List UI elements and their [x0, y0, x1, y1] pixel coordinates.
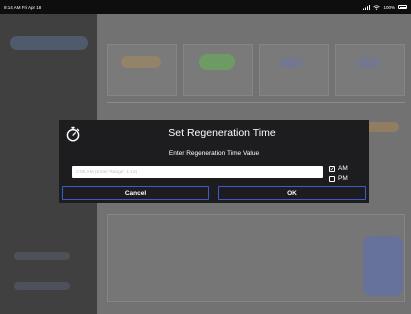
- pm-label: PM: [338, 175, 348, 182]
- background-sidebar-item: [14, 282, 70, 290]
- cancel-button[interactable]: Cancel: [62, 186, 209, 200]
- am-label: AM: [338, 165, 348, 172]
- status-indicators: 100%: [363, 4, 407, 10]
- signal-icon: [363, 4, 371, 10]
- dialog-title: Set Regeneration Time: [168, 127, 276, 139]
- background-indicator: [279, 58, 303, 68]
- am-option[interactable]: AM: [329, 165, 348, 172]
- background-divider: [107, 102, 405, 103]
- battery-percent: 100%: [383, 4, 395, 10]
- set-regeneration-time-dialog: Set Regeneration Time Enter Regeneration…: [59, 120, 369, 203]
- checkmark-icon: [330, 167, 334, 171]
- background-sidebar-item: [14, 252, 70, 260]
- background-indicator: [121, 56, 161, 68]
- background-card: [183, 44, 253, 96]
- background-card: [259, 44, 329, 96]
- wifi-icon: [373, 4, 381, 10]
- ok-button[interactable]: OK: [218, 186, 366, 200]
- status-bar: 9:14 AM Fri Apr 18 100%: [0, 0, 411, 14]
- background-indicator: [363, 236, 403, 296]
- background-card: [107, 44, 177, 96]
- am-checkbox[interactable]: [329, 165, 335, 172]
- background-panel: [107, 214, 405, 302]
- background-indicator: [199, 54, 235, 70]
- battery-icon: [398, 5, 407, 9]
- regeneration-time-input[interactable]: [72, 166, 323, 178]
- status-time-date: 9:14 AM Fri Apr 18: [4, 4, 42, 10]
- pm-option[interactable]: PM: [329, 175, 348, 182]
- background-card: [335, 44, 405, 96]
- background-logo: [10, 36, 88, 50]
- pm-checkbox[interactable]: [329, 175, 335, 182]
- dialog-subtitle: Enter Regeneration Time Value: [168, 150, 260, 157]
- background-indicator: [357, 58, 381, 68]
